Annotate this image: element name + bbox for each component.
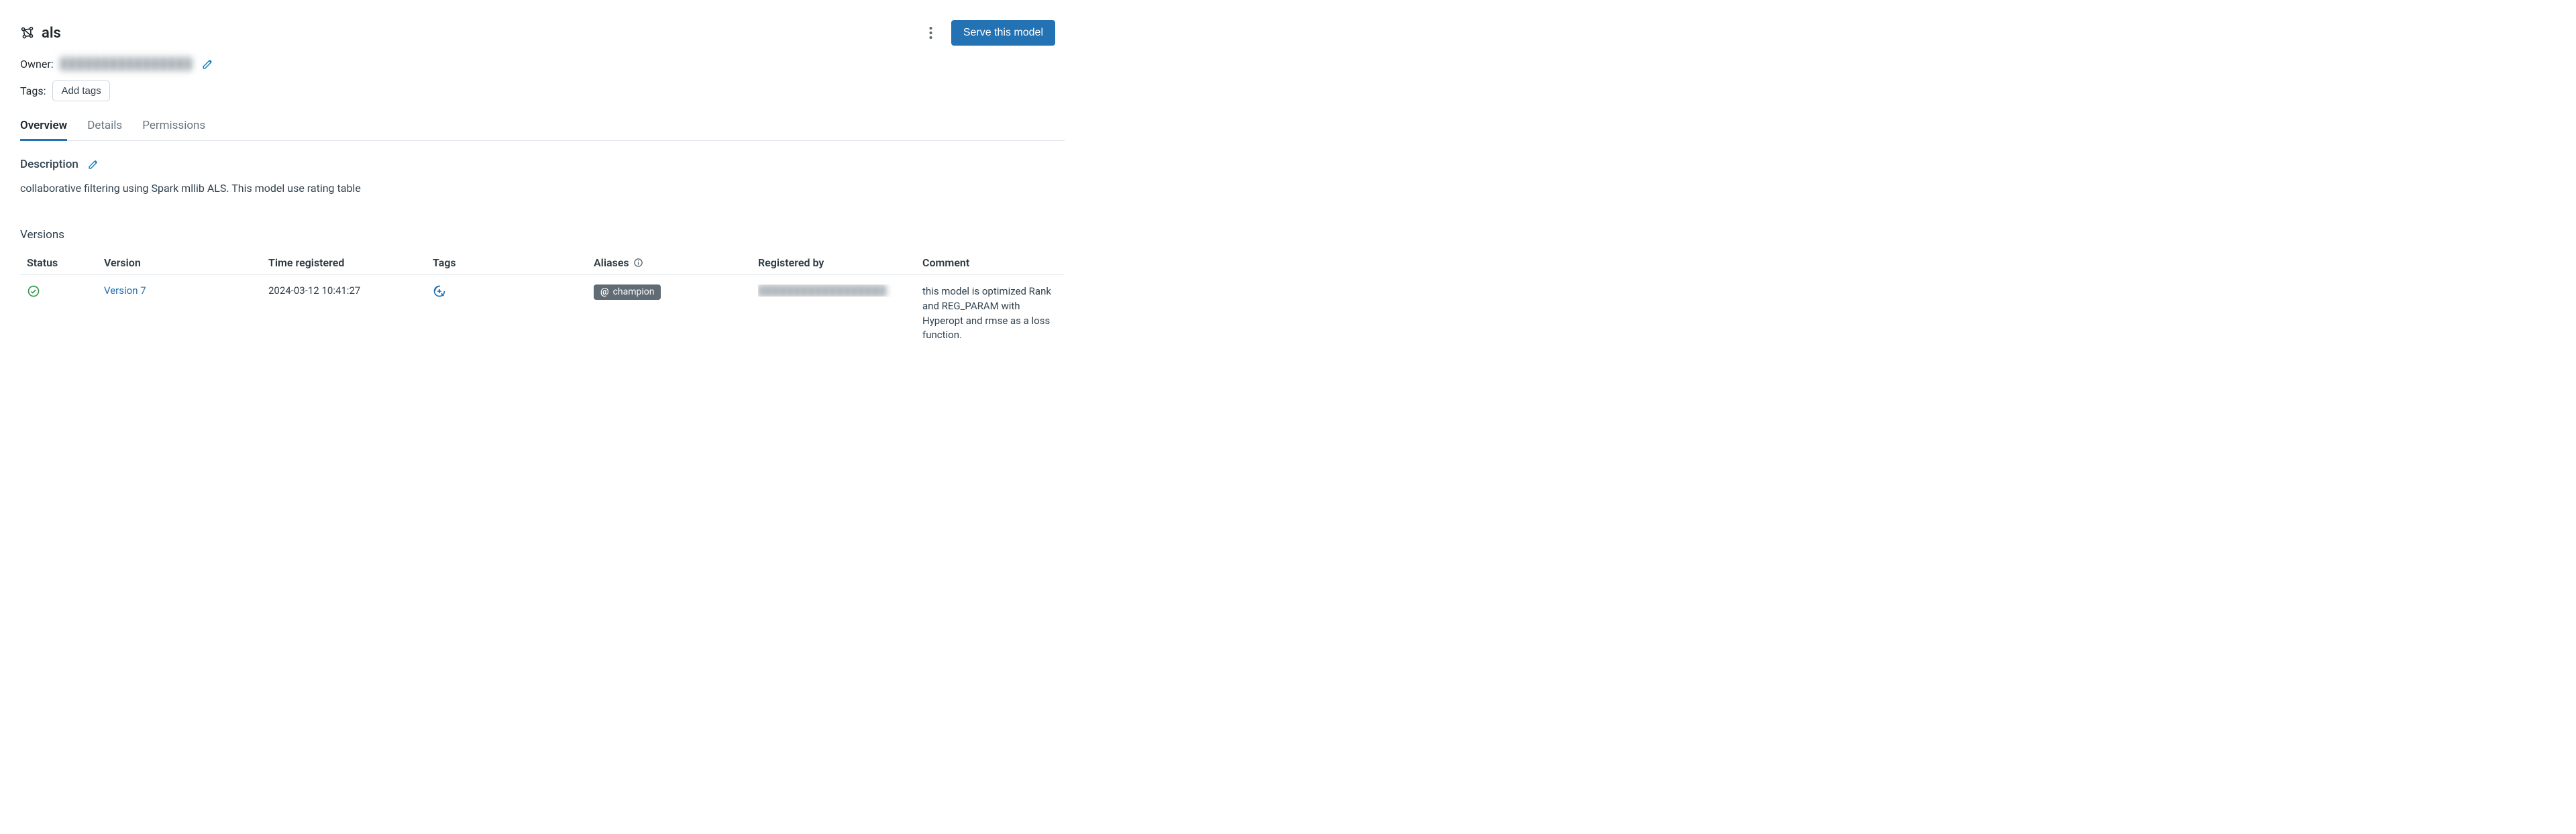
owner-value: ████████████████ bbox=[60, 57, 193, 70]
tabs: Overview Details Permissions bbox=[20, 119, 1065, 141]
th-status[interactable]: Status bbox=[27, 256, 104, 269]
status-ready-icon bbox=[27, 289, 40, 301]
edit-description-button[interactable] bbox=[85, 156, 102, 172]
alias-name: champion bbox=[613, 286, 655, 297]
edit-owner-button[interactable] bbox=[199, 55, 217, 72]
table-row: Version 7 2024-03-12 10:41:27 bbox=[20, 275, 1065, 352]
versions-heading: Versions bbox=[20, 228, 1065, 242]
comment-value: this model is optimized Rank and REG_PAR… bbox=[922, 284, 1065, 343]
add-tags-button[interactable]: Add tags bbox=[52, 81, 109, 101]
description-text: collaborative filtering using Spark mlli… bbox=[20, 182, 1065, 195]
tab-details[interactable]: Details bbox=[87, 119, 122, 140]
th-comment[interactable]: Comment bbox=[922, 256, 1065, 269]
kebab-icon bbox=[929, 26, 932, 40]
tag-plus-icon bbox=[433, 284, 446, 298]
alias-pill[interactable]: @ champion bbox=[594, 284, 661, 300]
th-tags[interactable]: Tags bbox=[433, 256, 594, 269]
add-version-tag-button[interactable] bbox=[433, 284, 446, 298]
owner-label: Owner: bbox=[20, 58, 54, 70]
th-aliases-label: Aliases bbox=[594, 256, 629, 269]
info-icon[interactable] bbox=[633, 258, 643, 268]
model-icon bbox=[20, 25, 35, 40]
tab-permissions[interactable]: Permissions bbox=[142, 119, 205, 140]
th-registered-by[interactable]: Registered by bbox=[758, 256, 922, 269]
versions-table: Status Version Time registered Tags Alia… bbox=[20, 251, 1065, 352]
alias-at-symbol: @ bbox=[600, 286, 609, 297]
pencil-icon bbox=[202, 58, 214, 70]
tags-label: Tags: bbox=[20, 85, 46, 97]
page-title: als bbox=[42, 25, 61, 42]
registered-by-value: ██████████████████ bbox=[758, 284, 922, 297]
description-heading: Description bbox=[20, 158, 78, 171]
versions-table-header: Status Version Time registered Tags Alia… bbox=[20, 251, 1065, 275]
pencil-icon bbox=[88, 158, 99, 170]
time-registered-value: 2024-03-12 10:41:27 bbox=[268, 284, 433, 297]
version-link[interactable]: Version 7 bbox=[104, 284, 146, 297]
serve-model-button[interactable]: Serve this model bbox=[951, 20, 1055, 46]
th-aliases[interactable]: Aliases bbox=[594, 256, 758, 269]
th-time-registered[interactable]: Time registered bbox=[268, 256, 433, 269]
more-actions-button[interactable] bbox=[922, 21, 939, 45]
th-version[interactable]: Version bbox=[104, 256, 268, 269]
tab-overview[interactable]: Overview bbox=[20, 119, 67, 140]
